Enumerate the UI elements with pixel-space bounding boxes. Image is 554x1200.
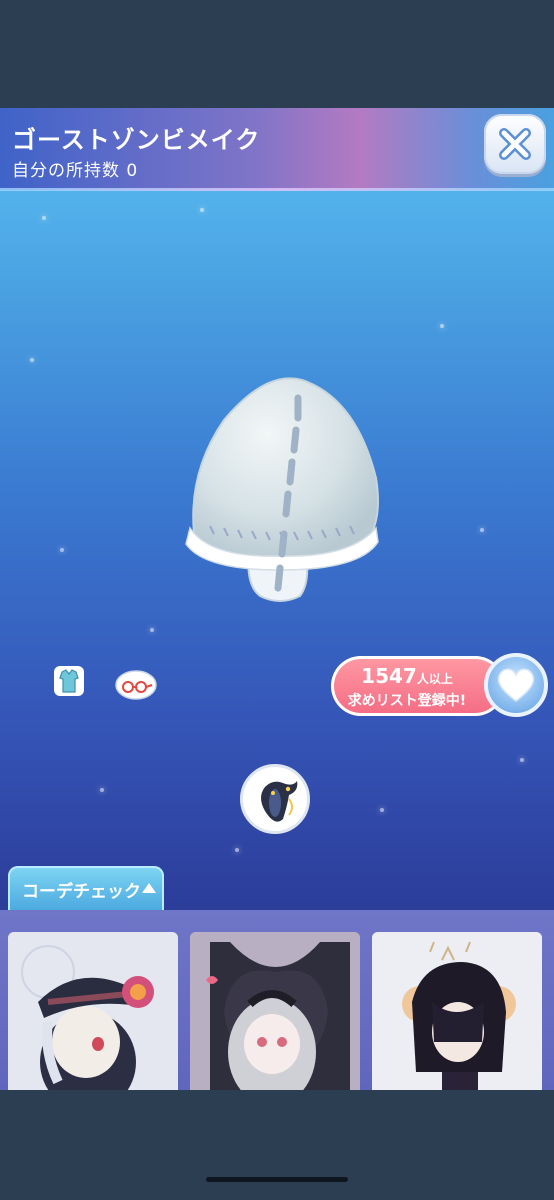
item-header: ゴーストゾンビメイク 自分の所持数 0 bbox=[0, 108, 554, 190]
avatar-preview-image bbox=[190, 932, 360, 1090]
wishlist-count-value: 1547 bbox=[361, 664, 417, 688]
coordinate-card[interactable] bbox=[8, 932, 178, 1090]
character-face-icon bbox=[261, 781, 298, 822]
item-title: ゴーストゾンビメイク bbox=[12, 126, 261, 154]
item-preview-image bbox=[185, 377, 379, 602]
wishlist-count-suffix: 人以上 bbox=[416, 672, 453, 686]
home-indicator[interactable] bbox=[206, 1177, 348, 1182]
sparkle-decoration bbox=[380, 808, 384, 812]
wishlist-label: 求めリスト登録中! bbox=[347, 693, 467, 709]
sparkle-decoration bbox=[150, 628, 154, 632]
sparkle-decoration bbox=[235, 848, 239, 852]
avatar-preview-image bbox=[372, 932, 542, 1090]
wishlist-count-line: 1547人以上 bbox=[331, 664, 483, 688]
sparkle-decoration bbox=[60, 548, 64, 552]
coordinate-check-tab[interactable]: コーデチェック bbox=[8, 866, 164, 912]
owned-count-label: 自分の所持数 bbox=[12, 161, 120, 181]
wishlist-heart-button[interactable] bbox=[484, 653, 548, 717]
coordinate-card[interactable] bbox=[372, 932, 542, 1090]
glasses-category-icon[interactable] bbox=[114, 668, 158, 702]
status-bar-area bbox=[0, 0, 554, 108]
sparkle-decoration bbox=[100, 788, 104, 792]
character-preview-button[interactable] bbox=[240, 764, 310, 834]
close-icon bbox=[499, 128, 531, 160]
outfit-category-icon[interactable] bbox=[52, 664, 86, 698]
chevron-up-icon bbox=[142, 883, 156, 893]
coordinate-check-label: コーデチェック bbox=[22, 882, 141, 902]
owned-count-line: 自分の所持数 0 bbox=[12, 156, 138, 181]
item-detail-screen: ゴーストゾンビメイク 自分の所持数 0 1547人以上 求めリスト登録中! コー… bbox=[0, 108, 554, 1090]
owned-count-value: 0 bbox=[126, 161, 139, 181]
close-button[interactable] bbox=[484, 114, 546, 174]
heart-icon bbox=[497, 668, 535, 702]
sparkle-decoration bbox=[42, 216, 46, 220]
avatar-preview-image bbox=[8, 932, 178, 1090]
sparkle-decoration bbox=[480, 528, 484, 532]
wishlist-count-badge[interactable]: 1547人以上 求めリスト登録中! bbox=[331, 656, 505, 716]
header-divider bbox=[0, 188, 554, 191]
home-indicator-area bbox=[0, 1090, 554, 1200]
sparkle-decoration bbox=[520, 758, 524, 762]
sparkle-decoration bbox=[200, 208, 204, 212]
coordinate-card[interactable] bbox=[190, 932, 360, 1090]
coordinate-panel bbox=[0, 910, 554, 1090]
sparkle-decoration bbox=[440, 324, 444, 328]
sparkle-decoration bbox=[30, 358, 34, 362]
